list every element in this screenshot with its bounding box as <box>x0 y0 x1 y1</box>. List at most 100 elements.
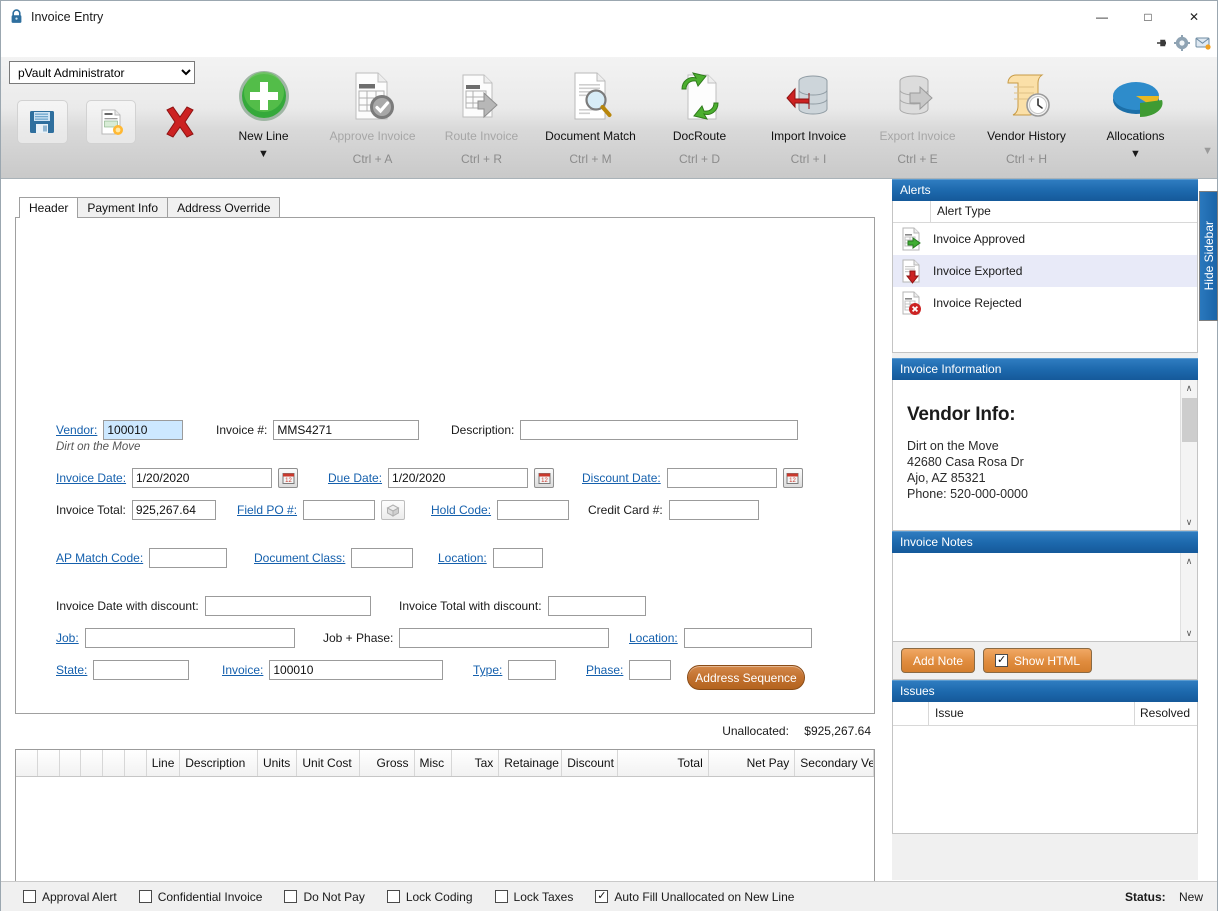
checkbox-do-not-pay[interactable]: Do Not Pay <box>284 890 365 904</box>
grid-col-spacer3[interactable] <box>60 750 82 776</box>
invoice2-label[interactable]: Invoice: <box>222 663 263 677</box>
grid-col-tax[interactable]: Tax <box>452 750 500 776</box>
ribbon-item-export-invoice[interactable]: Export Invoice Ctrl + E <box>863 57 972 179</box>
invoice-date-discount-input[interactable] <box>204 596 371 616</box>
checkbox-confidential-invoice[interactable]: Confidential Invoice <box>138 890 262 904</box>
invoice-number-input[interactable] <box>273 420 420 440</box>
hide-sidebar-tab[interactable]: Hide Sidebar <box>1199 191 1218 321</box>
show-html-toggle[interactable]: ✓ Show HTML <box>983 648 1093 673</box>
hold-code-label[interactable]: Hold Code: <box>431 503 491 517</box>
scroll-down-icon[interactable]: ∨ <box>1186 625 1193 641</box>
scroll-down-icon[interactable]: ∨ <box>1186 514 1193 530</box>
location2-label[interactable]: Location: <box>629 631 678 645</box>
ribbon-item-import-invoice[interactable]: Import Invoice Ctrl + I <box>754 57 863 179</box>
grid-col-spacer4[interactable] <box>81 750 104 776</box>
grid-col-spacer1[interactable] <box>16 750 38 776</box>
field-po-label[interactable]: Field PO #: <box>237 503 297 517</box>
ap-match-code-label[interactable]: AP Match Code: <box>56 551 143 565</box>
grid-col-discount[interactable]: Discount <box>562 750 619 776</box>
checkbox-lock-coding[interactable]: Lock Coding <box>386 890 473 904</box>
location-input[interactable] <box>492 548 543 568</box>
vendor-info-scrollbar[interactable]: ∧ ∨ <box>1180 380 1197 530</box>
invoice-total-discount-input[interactable] <box>547 596 646 616</box>
new-invoice-button[interactable] <box>85 100 137 144</box>
grid-col-gross[interactable]: Gross <box>360 750 415 776</box>
ribbon-item-new-line[interactable]: New Line ▼ <box>209 57 318 179</box>
issues-resolved-column-label[interactable]: Resolved <box>1135 702 1197 725</box>
do-not-pay-checkbox[interactable] <box>284 890 298 903</box>
type-label[interactable]: Type: <box>473 663 502 677</box>
invoice-date-input[interactable] <box>132 468 273 488</box>
vendor-input[interactable] <box>103 420 184 440</box>
grid-col-total[interactable]: Total <box>618 750 709 776</box>
field-po-lookup-button[interactable] <box>381 500 406 520</box>
alert-row-invoice-approved[interactable]: Invoice Approved <box>893 223 1197 255</box>
ribbon-item-route-invoice[interactable]: Route Invoice Ctrl + R <box>427 57 536 179</box>
discount-date-label[interactable]: Discount Date: <box>582 471 661 485</box>
job-input[interactable] <box>84 628 295 648</box>
tab-address-override[interactable]: Address Override <box>167 197 281 218</box>
grid-col-spacer6[interactable] <box>125 750 147 776</box>
tab-payment-info[interactable]: Payment Info <box>77 197 169 218</box>
grid-col-misc[interactable]: Misc <box>415 750 452 776</box>
phase-input[interactable] <box>629 660 672 680</box>
phase-label[interactable]: Phase: <box>586 663 623 677</box>
document-class-label[interactable]: Document Class: <box>254 551 345 565</box>
credit-card-input[interactable] <box>668 500 759 520</box>
chevron-down-icon[interactable]: ▼ <box>258 148 269 160</box>
checkbox-approval-alert[interactable]: Approval Alert <box>23 890 117 904</box>
ribbon-item-docroute[interactable]: DocRoute Ctrl + D <box>645 57 754 179</box>
confidential-invoice-checkbox[interactable] <box>138 890 152 903</box>
document-class-input[interactable] <box>351 548 414 568</box>
type-input[interactable] <box>508 660 557 680</box>
ribbon-item-vendor-history[interactable]: Vendor History Ctrl + H <box>972 57 1081 179</box>
scroll-up-icon[interactable]: ∧ <box>1186 380 1193 396</box>
grid-col-spacer2[interactable] <box>38 750 60 776</box>
ribbon-item-document-match[interactable]: Document Match Ctrl + M <box>536 57 645 179</box>
state-input[interactable] <box>93 660 190 680</box>
mail-icon[interactable] <box>1195 36 1211 53</box>
tab-header[interactable]: Header <box>19 197 79 218</box>
delete-button[interactable] <box>154 100 205 144</box>
hold-code-input[interactable] <box>497 500 570 520</box>
invoice-notes-editor[interactable]: ∧ ∨ <box>893 553 1197 641</box>
scroll-up-icon[interactable]: ∧ <box>1186 553 1193 569</box>
minimize-button[interactable]: — <box>1079 1 1125 32</box>
grid-col-units[interactable]: Units <box>258 750 298 776</box>
lock-coding-checkbox[interactable] <box>386 890 400 903</box>
gear-icon[interactable] <box>1174 34 1190 54</box>
grid-col-line[interactable]: Line <box>147 750 181 776</box>
due-date-input[interactable] <box>388 468 529 488</box>
address-sequence-button[interactable]: Address Sequence <box>687 665 805 690</box>
add-note-button[interactable]: Add Note <box>901 648 976 673</box>
job-phase-input[interactable] <box>399 628 610 648</box>
location2-input[interactable] <box>683 628 812 648</box>
discount-date-input[interactable] <box>666 468 777 488</box>
description-input[interactable] <box>520 420 799 440</box>
checkbox-lock-taxes[interactable]: Lock Taxes <box>494 890 573 904</box>
ribbon-item-approve-invoice[interactable]: Approve Invoice Ctrl + A <box>318 57 427 179</box>
lock-taxes-checkbox[interactable] <box>494 890 508 903</box>
discount-date-calendar-button[interactable]: 12 <box>782 468 803 488</box>
ribbon-item-allocations[interactable]: Allocations ▼ <box>1081 57 1190 179</box>
field-po-input[interactable] <box>303 500 376 520</box>
save-button[interactable] <box>17 100 68 144</box>
user-role-select[interactable]: pVault Administrator <box>9 61 195 84</box>
job-label[interactable]: Job: <box>56 631 79 645</box>
scrollbar-thumb[interactable] <box>1182 398 1197 442</box>
grid-col-unit-cost[interactable]: Unit Cost <box>297 750 361 776</box>
grid-col-secondary-vendor[interactable]: Secondary Ve <box>795 750 874 776</box>
due-date-calendar-button[interactable]: 12 <box>534 468 555 488</box>
auto-fill-unallocated-checkbox[interactable]: ✓ <box>595 890 609 903</box>
vendor-label[interactable]: Vendor: <box>56 423 97 437</box>
show-html-checkbox[interactable]: ✓ <box>995 654 1009 667</box>
alert-row-invoice-exported[interactable]: Invoice Exported <box>893 255 1197 287</box>
alert-row-invoice-rejected[interactable]: Invoice Rejected <box>893 287 1197 319</box>
issues-icon-column[interactable] <box>893 702 929 725</box>
pin-icon[interactable] <box>1155 36 1169 53</box>
alerts-type-column-label[interactable]: Alert Type <box>931 201 1197 222</box>
state-label[interactable]: State: <box>56 663 87 677</box>
invoice-date-label[interactable]: Invoice Date: <box>56 471 126 485</box>
invoice-total-input[interactable] <box>131 500 216 520</box>
grid-col-net-pay[interactable]: Net Pay <box>709 750 796 776</box>
